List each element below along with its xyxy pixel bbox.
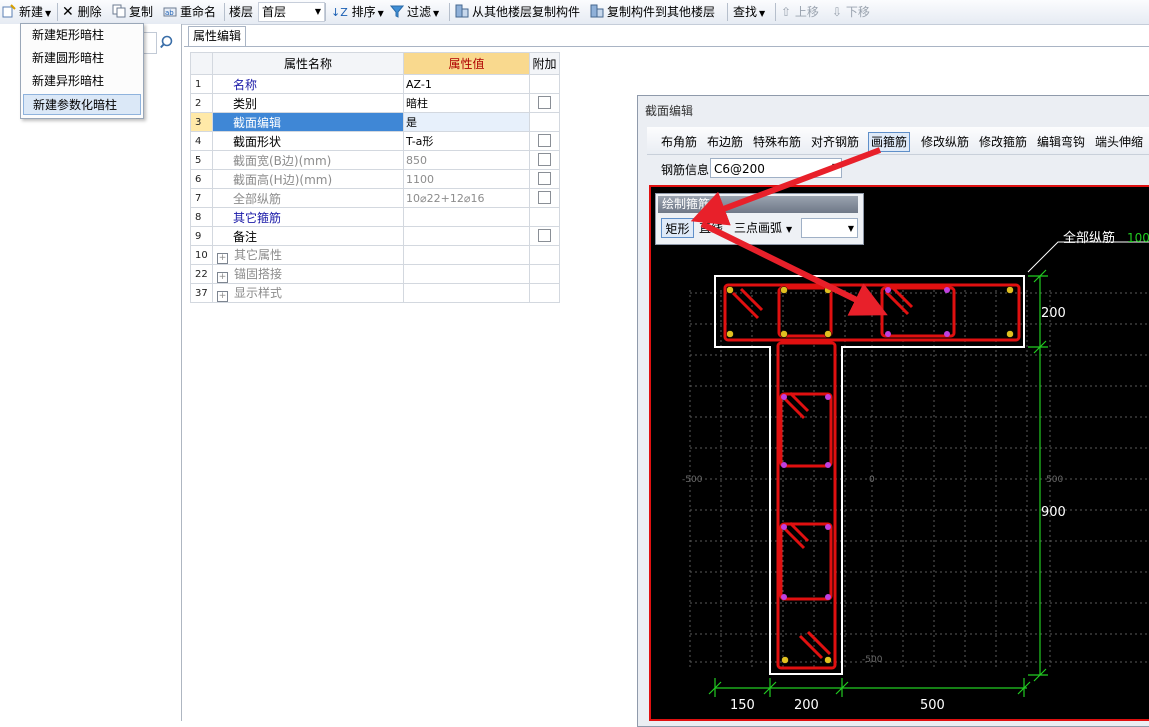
arrow-to-rect-button — [690, 147, 882, 226]
arrow-to-stirrup — [700, 221, 888, 316]
annotation-arrows — [690, 147, 888, 316]
